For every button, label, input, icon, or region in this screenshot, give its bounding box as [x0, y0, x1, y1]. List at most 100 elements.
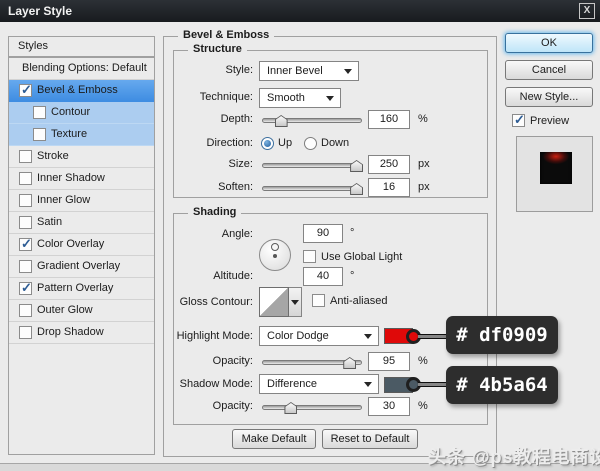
highlight-callout-line — [418, 334, 447, 339]
shadow-opacity-input[interactable]: 30 — [368, 397, 410, 416]
sidebar-item-bevel-emboss[interactable]: Bevel & Emboss — [9, 80, 154, 102]
altitude-input[interactable]: 40 — [303, 267, 343, 286]
highlight-opacity-input[interactable]: 95 — [368, 352, 410, 371]
bevel-emboss-checkbox[interactable] — [19, 82, 32, 98]
sidebar-item-texture[interactable]: Texture — [9, 124, 154, 146]
highlight-opacity-unit: % — [418, 355, 428, 367]
highlight-mode-dropdown[interactable]: Color Dodge — [259, 326, 379, 346]
reset-to-default-button[interactable]: Reset to Default — [322, 429, 418, 449]
ok-button[interactable]: OK — [505, 33, 593, 53]
soften-label: Soften: — [218, 181, 253, 193]
shading-legend: Shading — [188, 206, 242, 218]
style-dropdown[interactable]: Inner Bevel — [259, 61, 359, 81]
inner-shadow-checkbox[interactable] — [19, 172, 32, 185]
color-overlay-checkbox[interactable] — [19, 236, 32, 252]
preview-thumbnail — [540, 152, 572, 184]
layer-style-dialog: Layer Style X Styles Blending Options: D… — [0, 0, 600, 471]
direction-down-label: Down — [321, 137, 350, 149]
use-global-light-label: Use Global Light — [321, 251, 403, 263]
make-default-button[interactable]: Make Default — [232, 429, 316, 449]
styles-list: Blending Options: Default Bevel & Emboss… — [8, 57, 155, 455]
direction-up-label: Up — [278, 137, 293, 149]
cancel-button[interactable]: Cancel — [505, 60, 593, 80]
anti-aliased-checkbox[interactable] — [312, 294, 325, 307]
shadow-mode-value: Difference — [267, 378, 317, 390]
style-dropdown-value: Inner Bevel — [267, 65, 323, 77]
gloss-contour-thumbnail[interactable] — [259, 287, 289, 317]
preview-label: Preview — [530, 115, 570, 127]
angle-dial-center — [273, 254, 277, 258]
angle-input[interactable]: 90 — [303, 224, 343, 243]
inner-glow-checkbox[interactable] — [19, 194, 32, 207]
satin-checkbox[interactable] — [19, 216, 32, 229]
shadow-callout-line — [418, 382, 447, 387]
direction-down-radio[interactable] — [304, 137, 317, 150]
styles-header-box: Styles — [8, 36, 155, 57]
shadow-opacity-slider[interactable] — [262, 402, 362, 414]
styles-header-label: Styles — [18, 40, 48, 52]
chevron-down-icon — [364, 334, 372, 339]
direction-label: Direction: — [206, 137, 253, 149]
stroke-checkbox[interactable] — [19, 150, 32, 163]
sidebar-item-pattern-overlay[interactable]: Pattern Overlay — [9, 278, 154, 300]
outer-glow-checkbox[interactable] — [19, 304, 32, 317]
texture-checkbox[interactable] — [33, 128, 46, 141]
sidebar-item-label: Stroke — [37, 150, 69, 162]
drop-shadow-checkbox[interactable] — [19, 326, 32, 339]
watermark: 头条 @ps教程电商设计 — [428, 447, 600, 467]
shadow-opacity-unit: % — [418, 400, 428, 412]
depth-unit: % — [418, 113, 428, 125]
size-input[interactable]: 250 — [368, 155, 410, 174]
direction-up-radio[interactable] — [261, 137, 274, 150]
angle-dial-indicator[interactable] — [271, 243, 279, 251]
altitude-label: Altitude: — [213, 270, 253, 282]
sidebar-item-blending-options[interactable]: Blending Options: Default — [9, 58, 154, 80]
sidebar-item-satin[interactable]: Satin — [9, 212, 154, 234]
size-slider[interactable] — [262, 160, 364, 172]
altitude-unit: ° — [350, 270, 355, 282]
highlight-opacity-label: Opacity: — [212, 355, 253, 367]
sidebar-item-color-overlay[interactable]: Color Overlay — [9, 234, 154, 256]
sidebar-item-stroke[interactable]: Stroke — [9, 146, 154, 168]
sidebar-item-label: Satin — [37, 216, 63, 228]
sidebar-item-drop-shadow[interactable]: Drop Shadow — [9, 322, 154, 344]
gloss-contour-label: Gloss Contour: — [179, 296, 253, 308]
use-global-light-checkbox[interactable] — [303, 250, 316, 263]
angle-dial[interactable] — [259, 239, 291, 271]
depth-slider[interactable] — [262, 115, 362, 127]
soften-slider[interactable] — [262, 183, 364, 195]
soften-unit: px — [418, 181, 430, 193]
sidebar-item-contour[interactable]: Contour — [9, 102, 154, 124]
anti-aliased-label: Anti-aliased — [330, 295, 388, 307]
size-unit: px — [418, 158, 430, 170]
sidebar-item-label: Bevel & Emboss — [37, 84, 118, 96]
sidebar-item-label: Inner Glow — [37, 194, 91, 206]
sidebar-item-outer-glow[interactable]: Outer Glow — [9, 300, 154, 322]
sidebar-item-label: Blending Options: Default — [22, 62, 147, 74]
technique-dropdown[interactable]: Smooth — [259, 88, 341, 108]
sidebar-item-label: Drop Shadow — [37, 326, 104, 338]
preview-checkbox[interactable] — [512, 112, 525, 128]
depth-label: Depth: — [220, 113, 253, 125]
sidebar-item-inner-glow[interactable]: Inner Glow — [9, 190, 154, 212]
close-icon[interactable]: X — [579, 3, 595, 19]
style-label: Style: — [225, 64, 253, 76]
sidebar-item-label: Inner Shadow — [37, 172, 105, 184]
new-style-button[interactable]: New Style... — [505, 87, 593, 107]
shadow-mode-dropdown[interactable]: Difference — [259, 374, 379, 394]
highlight-opacity-slider[interactable] — [262, 357, 362, 369]
angle-label: Angle: — [221, 228, 253, 240]
contour-checkbox[interactable] — [33, 106, 46, 119]
sidebar-item-gradient-overlay[interactable]: Gradient Overlay — [9, 256, 154, 278]
gradient-overlay-checkbox[interactable] — [19, 260, 32, 273]
pattern-overlay-checkbox[interactable] — [19, 280, 32, 296]
gloss-contour-dropdown-button[interactable] — [289, 287, 302, 317]
size-label: Size: — [228, 158, 253, 170]
chevron-down-icon — [364, 382, 372, 387]
shadow-opacity-label: Opacity: — [212, 400, 253, 412]
dialog-title: Layer Style — [8, 4, 73, 18]
sidebar-item-inner-shadow[interactable]: Inner Shadow — [9, 168, 154, 190]
highlight-mode-label: Highlight Mode: — [176, 330, 253, 342]
soften-input[interactable]: 16 — [368, 178, 410, 197]
depth-input[interactable]: 160 — [368, 110, 410, 129]
